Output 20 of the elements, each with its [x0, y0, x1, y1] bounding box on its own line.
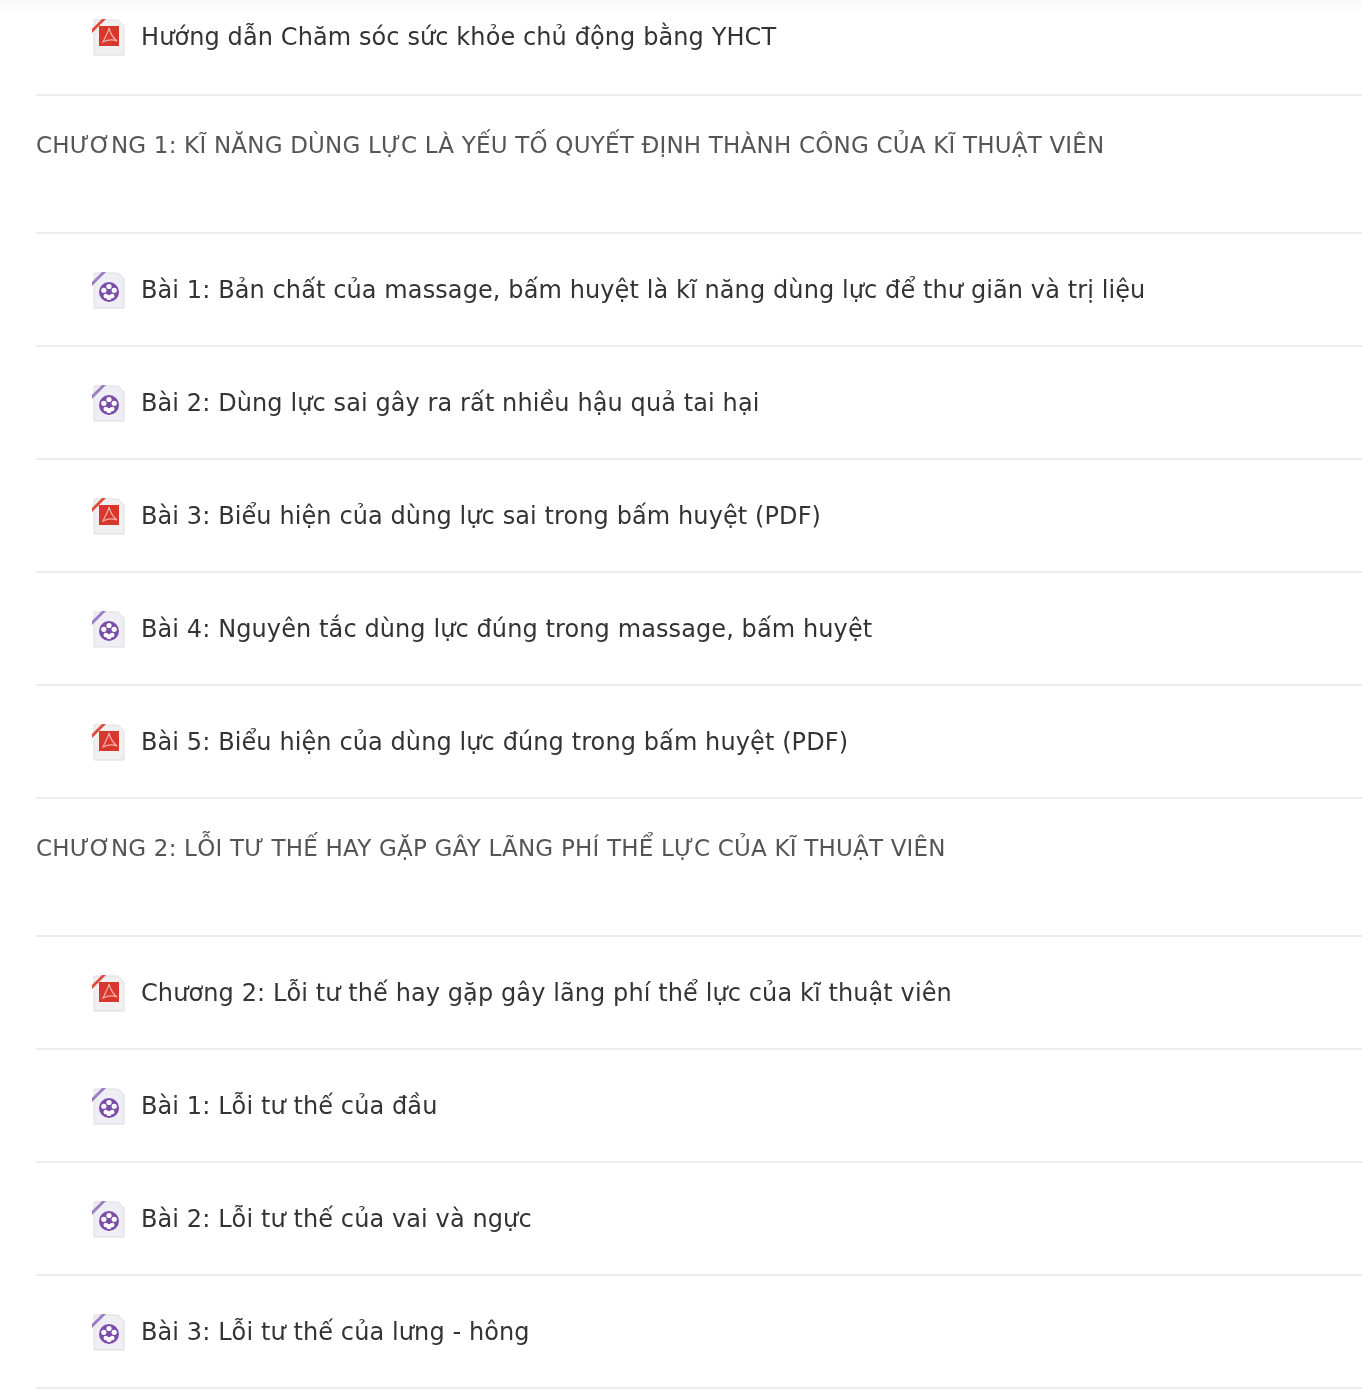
- lesson-link[interactable]: Bài 1: Bản chất của massage, bấm huyệt là kĩ năng dùng lực để thư giãn và trị liệu: [141, 275, 1146, 304]
- pdf-file-icon: [90, 495, 128, 536]
- film-reel-file-icon: [90, 1198, 128, 1239]
- lesson-link[interactable]: Bài 5: Biểu hiện của dùng lực đúng trong bấm huyệt (PDF): [141, 727, 849, 756]
- pdf-file-icon: [90, 972, 128, 1013]
- lesson-link[interactable]: Bài 2: Dùng lực sai gây ra rất nhiều hậu quả tai hại: [141, 388, 760, 417]
- film-reel-file-icon: [90, 382, 128, 423]
- film-reel-file-icon: [90, 1311, 128, 1352]
- lesson-link[interactable]: Bài 4: Nguyên tắc dùng lực đúng trong massage, bấm huyệt: [141, 614, 873, 643]
- film-reel-file-icon: [90, 269, 128, 310]
- lesson-link[interactable]: Bài 3: Lỗi tư thế của lưng - hông: [141, 1317, 530, 1346]
- pdf-file-icon: [90, 721, 128, 762]
- film-reel-file-icon: [90, 1085, 128, 1126]
- lesson-link[interactable]: Hướng dẫn Chăm sóc sức khỏe chủ động bằng YHCT: [141, 23, 777, 51]
- lesson-link[interactable]: Bài 3: Biểu hiện của dùng lực sai trong bấm huyệt (PDF): [141, 501, 822, 530]
- lesson-link[interactable]: Chương 2: Lỗi tư thế hay gặp gây lãng phí thể lực của kĩ thuật viên: [141, 978, 952, 1007]
- lesson-link[interactable]: Bài 2: Lỗi tư thế của vai và ngực: [141, 1204, 532, 1233]
- pdf-file-icon: [90, 17, 128, 57]
- lesson-link[interactable]: Bài 1: Lỗi tư thế của đầu: [141, 1091, 438, 1120]
- film-reel-file-icon: [90, 608, 128, 649]
